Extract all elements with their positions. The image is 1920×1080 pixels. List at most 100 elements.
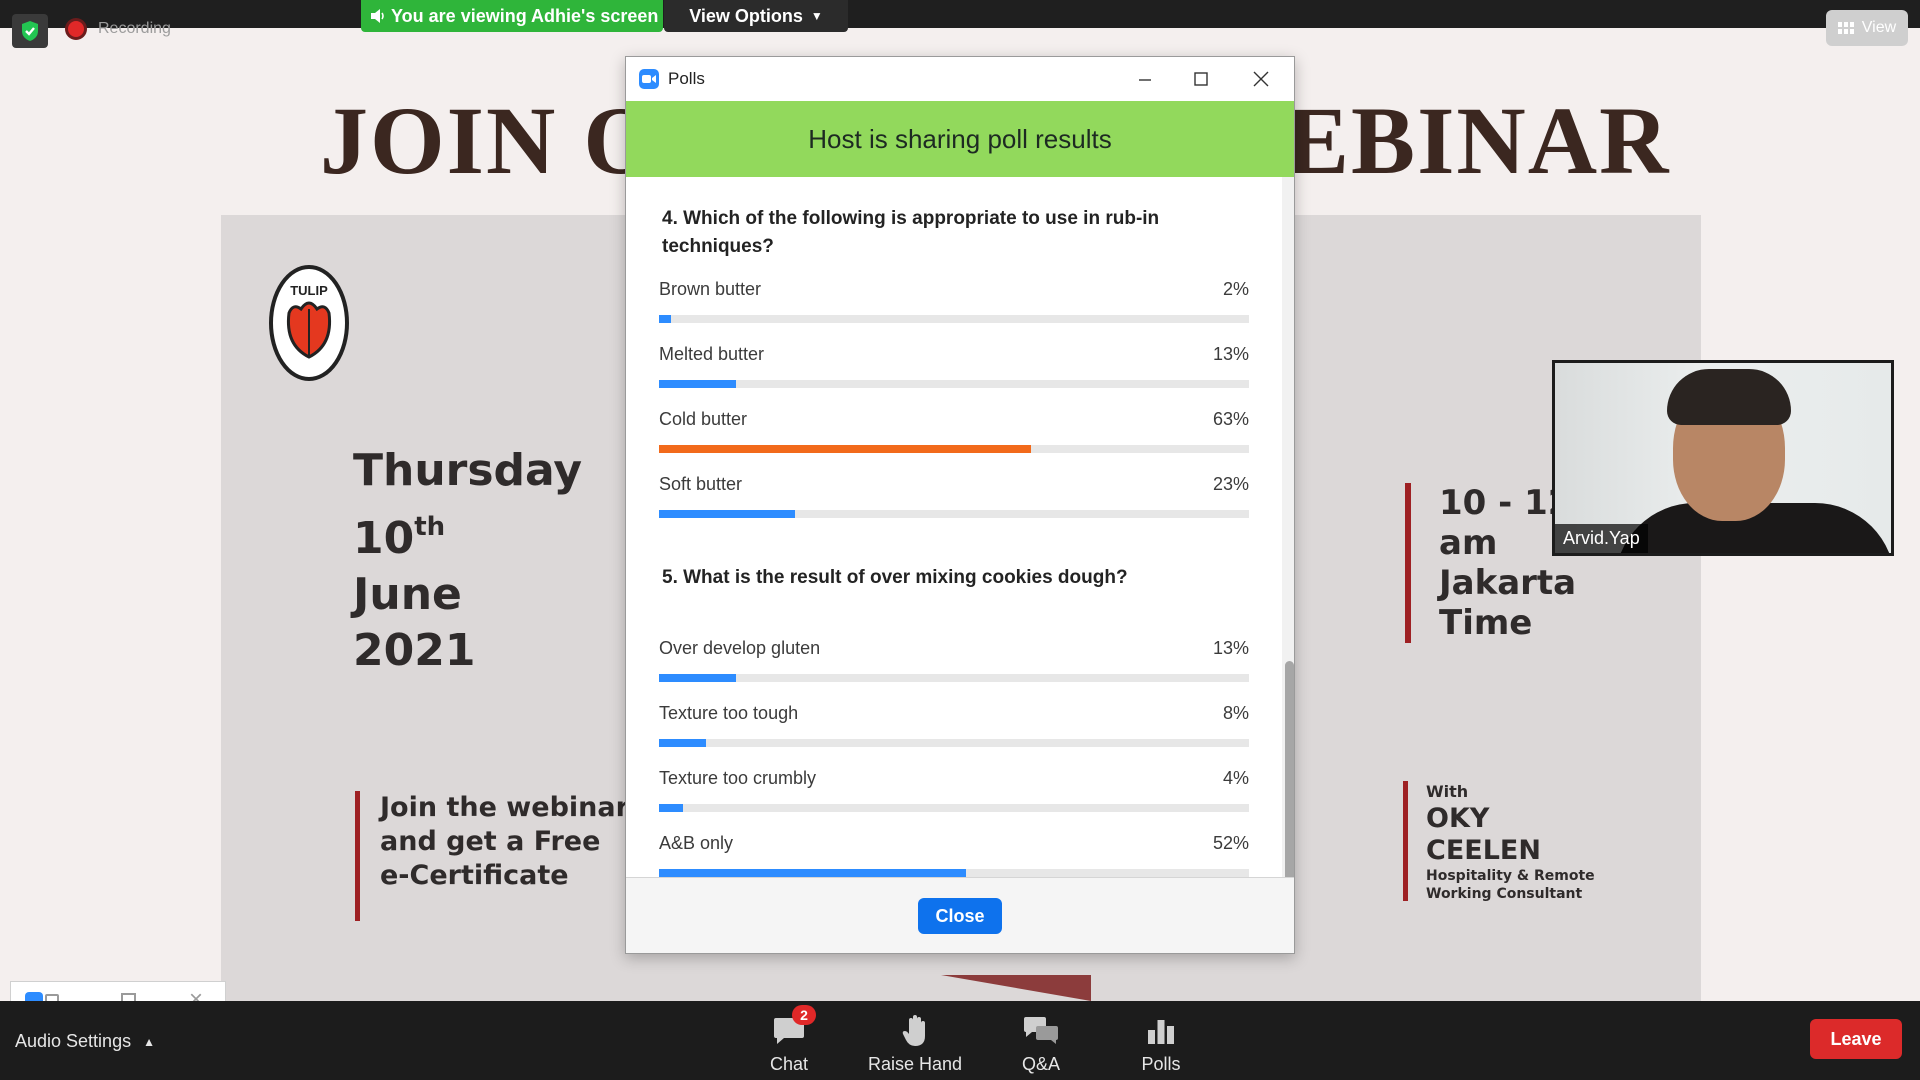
recording-icon — [68, 21, 84, 37]
slide-date-year: 2021 — [353, 625, 476, 676]
poll-option-bar-track — [659, 510, 1249, 518]
slide-date-num: 10th — [353, 512, 446, 564]
slide-title-right: EBINAR — [1285, 87, 1671, 194]
poll-option: Melted butter 13% — [659, 344, 1249, 388]
polls-icon — [1148, 1019, 1174, 1044]
poll-option-label: Cold butter — [659, 409, 748, 429]
speaker-icon — [371, 9, 384, 23]
raise-hand-button[interactable]: Raise Hand — [860, 1011, 970, 1075]
poll-scrollbar-thumb[interactable] — [1285, 661, 1294, 909]
poll-option-bar-track — [659, 380, 1249, 388]
slide-with-label: With — [1426, 782, 1469, 801]
poll-option: A&B only 52% — [659, 833, 1249, 877]
chat-button[interactable]: 2 Chat — [734, 1005, 844, 1075]
poll-option-label: Soft butter — [659, 474, 743, 494]
polls-button[interactable]: Polls — [1106, 1011, 1216, 1075]
viewing-screen-banner: You are viewing Adhie's screen — [361, 0, 663, 32]
poll-option-label: Melted butter — [659, 344, 765, 364]
qa-button[interactable]: Q&A — [986, 1011, 1096, 1075]
poll-option-bar — [659, 380, 736, 388]
poll-option-bar — [659, 739, 707, 747]
slide-date-month: June — [353, 569, 462, 620]
video-person-hair — [1667, 369, 1791, 425]
poll-option: Over develop gluten 13% — [659, 638, 1249, 682]
poll-option-percent: 13% — [1212, 344, 1249, 364]
tulip-logo: TULIP — [269, 265, 349, 381]
poll-option: Soft butter 23% — [659, 474, 1249, 518]
poll-option: Brown butter 2% — [659, 279, 1249, 323]
poll-question: 5. What is the result of over mixing coo… — [662, 567, 1128, 588]
raise-hand-icon — [902, 1014, 925, 1046]
polls-label: Polls — [1141, 1054, 1181, 1074]
qa-label: Q&A — [1021, 1054, 1060, 1074]
polls-window-title: Polls — [668, 69, 705, 88]
poll-option: Cold butter 63% — [659, 409, 1249, 453]
polls-footer: Close — [626, 877, 1294, 953]
view-button[interactable]: View — [1826, 10, 1908, 46]
shield-check-icon[interactable] — [12, 14, 48, 48]
viewing-screen-text: You are viewing Adhie's screen — [391, 5, 659, 26]
poll-option-percent: 8% — [1222, 703, 1249, 723]
slide-time-line: Time — [1439, 603, 1533, 643]
poll-option-label: Over develop gluten — [659, 638, 821, 658]
grid-view-icon — [1837, 22, 1854, 34]
tulip-logo-text: TULIP — [290, 283, 328, 298]
zoom-logo-icon — [639, 69, 659, 89]
view-button-label: View — [1861, 19, 1897, 36]
chat-unread-badge: 2 — [792, 1005, 816, 1025]
poll-option-percent: 4% — [1222, 768, 1249, 788]
zoom-meeting-window: JOIN OU EBINAR TULIP Thursday 10th June … — [0, 0, 1920, 1080]
audio-settings-button[interactable]: Audio Settings ▲ — [15, 1031, 155, 1052]
poll-results-list: 4. Which of the following is appropriate… — [626, 177, 1294, 877]
poll-option-label: Texture too crumbly — [659, 768, 817, 788]
poll-option-bar-track — [659, 869, 1249, 877]
slide-presenter: With OKY CEELEN Hospitality & Remote Wor… — [1403, 781, 1595, 902]
poll-scrollbar[interactable] — [1282, 177, 1294, 909]
participant-video-tile[interactable]: Arvid.Yap — [1552, 360, 1894, 556]
polls-titlebar[interactable]: Polls — [626, 57, 1294, 101]
participant-name: Arvid.Yap — [1555, 524, 1648, 553]
poll-option-percent: 13% — [1212, 638, 1249, 658]
poll-option-percent: 23% — [1212, 474, 1249, 494]
poll-option-bar-track — [659, 445, 1249, 453]
slide-join-line: Join the webinar — [380, 792, 629, 823]
close-button[interactable]: Close — [918, 898, 1002, 934]
chevron-up-icon: ▲ — [143, 1034, 155, 1049]
poll-option-bar — [659, 315, 671, 323]
meeting-toolbar: Audio Settings ▲ 2 Chat Raise Hand Q&A P… — [0, 1001, 1920, 1080]
poll-option-percent: 52% — [1212, 833, 1249, 853]
slide-decor-shape — [941, 975, 1091, 1001]
poll-question: 4. Which of the following is appropriate… — [662, 208, 1160, 257]
slide-presenter-role: Working Consultant — [1426, 886, 1583, 902]
poll-option: Texture too tough 8% — [659, 703, 1249, 747]
view-options-button[interactable]: View Options ▼ — [664, 0, 848, 32]
slide-presenter-role: Hospitality & Remote — [1426, 868, 1595, 884]
recording-label: Recording — [98, 20, 171, 37]
top-bar: Recording You are viewing Adhie's screen… — [0, 0, 1920, 48]
slide-date: Thursday 10th June 2021 — [353, 443, 582, 679]
poll-option-bar — [659, 510, 795, 518]
poll-results-banner: Host is sharing poll results — [626, 101, 1294, 177]
poll-option-bar — [659, 674, 736, 682]
slide-join-line: e-Certificate — [380, 860, 569, 891]
poll-option-bar — [659, 804, 683, 812]
slide-presenter-name: CEELEN — [1426, 835, 1541, 866]
qa-icon — [1024, 1016, 1058, 1044]
poll-option: Texture too crumbly 4% — [659, 768, 1249, 812]
poll-option-bar-track — [659, 674, 1249, 682]
leave-button[interactable]: Leave — [1810, 1019, 1902, 1059]
poll-option-bar-track — [659, 804, 1249, 812]
poll-option-percent: 63% — [1212, 409, 1249, 429]
close-icon[interactable] — [1226, 57, 1296, 101]
poll-option-percent: 2% — [1222, 279, 1249, 299]
slide-time-line: Jakarta — [1439, 563, 1577, 603]
slide-date-day: Thursday — [353, 445, 583, 496]
slide-time: 10 - 12 am Jakarta Time — [1405, 483, 1576, 643]
poll-option-label: Texture too tough — [659, 703, 799, 723]
poll-option-bar-track — [659, 315, 1249, 323]
poll-option-bar-track — [659, 739, 1249, 747]
slide-join-text: Join the webinar and get a Free e-Certif… — [355, 791, 629, 921]
raise-hand-label: Raise Hand — [867, 1054, 963, 1074]
poll-option-label: A&B only — [659, 833, 734, 853]
audio-settings-label: Audio Settings — [15, 1031, 132, 1051]
